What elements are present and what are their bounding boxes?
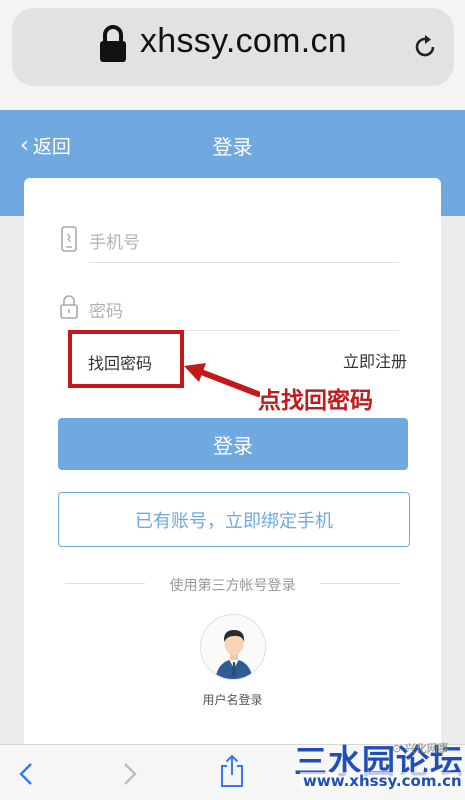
back-icon[interactable]	[16, 761, 36, 787]
lock-outline-icon	[60, 295, 78, 319]
user-avatar-icon	[215, 630, 253, 679]
bind-phone-button[interactable]: 已有账号，立即绑定手机	[58, 492, 410, 547]
username-login-label: 用户名登录	[202, 693, 263, 707]
password-input[interactable]: 密码	[89, 297, 123, 322]
register-link[interactable]: 立即注册	[343, 348, 407, 372]
phone-input[interactable]: 手机号	[89, 228, 140, 253]
forward-icon[interactable]	[120, 761, 140, 787]
watermark-url: www.xhssy.com.cn	[300, 772, 465, 790]
forgot-password-link[interactable]: 找回密码	[88, 350, 152, 374]
login-card	[24, 178, 441, 778]
login-button[interactable]: 登录	[58, 418, 408, 470]
watermark-corner: ⊙ 兴化网事	[392, 742, 449, 755]
reload-icon[interactable]	[412, 34, 438, 60]
third-party-label: 使用第三方帐号登录	[169, 578, 296, 594]
username-login-button[interactable]	[200, 614, 266, 680]
url-text[interactable]: xhssy.com.cn	[140, 22, 347, 61]
share-icon[interactable]	[218, 753, 246, 789]
annotation-arrow-icon	[184, 363, 260, 397]
annotation-text: 点找回密码	[258, 388, 373, 414]
lock-icon	[100, 25, 126, 62]
page-title: 登录	[212, 135, 253, 159]
browser-address-area: xhssy.com.cn	[0, 0, 465, 110]
phone-icon	[61, 226, 77, 252]
phone-underline	[89, 262, 399, 263]
